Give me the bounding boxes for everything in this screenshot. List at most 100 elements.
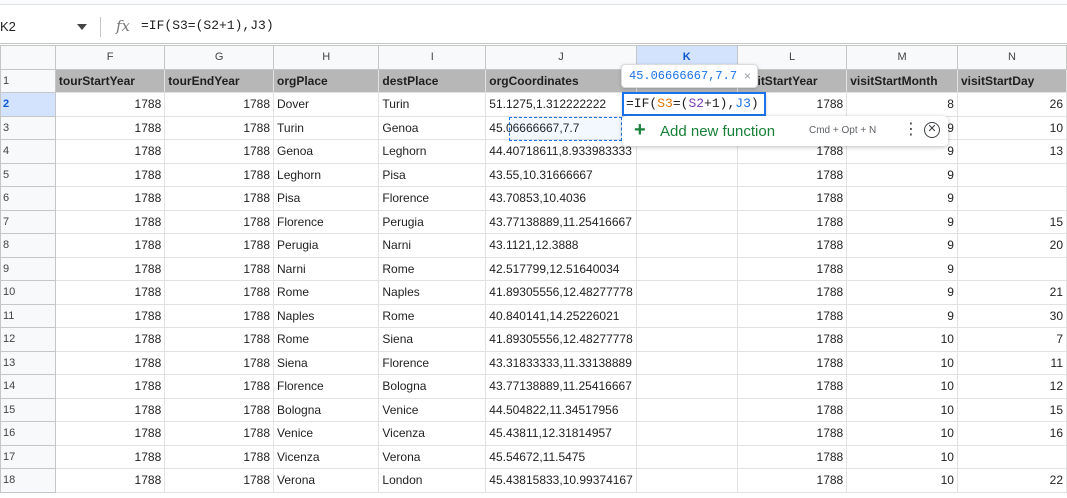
- row-header[interactable]: 16: [0, 421, 56, 446]
- row-header[interactable]: 6: [0, 186, 56, 211]
- cell[interactable]: 40.840141,14.25226021: [485, 303, 637, 328]
- cell[interactable]: 20: [956, 233, 1067, 258]
- cell[interactable]: 9: [846, 162, 958, 187]
- cell[interactable]: 1788: [164, 115, 275, 140]
- column-header-h[interactable]: H: [273, 45, 380, 70]
- cell[interactable]: 44.504822,11.34517956: [485, 397, 637, 422]
- cell[interactable]: London: [378, 468, 487, 493]
- cell[interactable]: [635, 256, 738, 281]
- cell[interactable]: Rome: [273, 280, 380, 305]
- cell[interactable]: Naples: [378, 280, 487, 305]
- cell[interactable]: [635, 327, 738, 352]
- row-header[interactable]: 8: [0, 233, 56, 258]
- cell[interactable]: 11: [956, 350, 1067, 375]
- cell[interactable]: Venice: [273, 421, 380, 446]
- cell[interactable]: 1788: [54, 139, 166, 164]
- cell[interactable]: Siena: [378, 327, 487, 352]
- row-header[interactable]: 13: [0, 350, 56, 375]
- cell[interactable]: 1788: [54, 327, 166, 352]
- cell[interactable]: 1788: [164, 421, 275, 446]
- close-icon[interactable]: ×: [744, 65, 751, 87]
- cell[interactable]: 9: [846, 209, 958, 234]
- cell[interactable]: Florence: [378, 350, 487, 375]
- cell[interactable]: 1788: [164, 303, 275, 328]
- column-title-cell[interactable]: visitStartDay: [956, 68, 1067, 93]
- cell[interactable]: Dover: [273, 92, 380, 117]
- cell[interactable]: [635, 303, 738, 328]
- cell[interactable]: 1788: [736, 209, 848, 234]
- cell[interactable]: 30: [956, 303, 1067, 328]
- cell[interactable]: 45.54672,11.5475: [485, 444, 637, 469]
- cell[interactable]: 1788: [54, 374, 166, 399]
- cell[interactable]: 1788: [736, 233, 848, 258]
- cell[interactable]: 43.77138889,11.25416667: [485, 209, 637, 234]
- cell[interactable]: 10: [956, 115, 1067, 140]
- cell[interactable]: Venice: [378, 397, 487, 422]
- cell[interactable]: [635, 374, 738, 399]
- cell[interactable]: 1788: [164, 327, 275, 352]
- row-header[interactable]: 5: [0, 162, 56, 187]
- row-header[interactable]: 2: [0, 92, 56, 117]
- cell[interactable]: 10: [846, 468, 958, 493]
- column-header-f[interactable]: F: [54, 45, 166, 70]
- cell[interactable]: Perugia: [273, 233, 380, 258]
- cell[interactable]: 1788: [54, 186, 166, 211]
- cell[interactable]: Narni: [273, 256, 380, 281]
- cell[interactable]: 1788: [54, 92, 166, 117]
- cell[interactable]: 21: [956, 280, 1067, 305]
- cell[interactable]: 1788: [54, 162, 166, 187]
- cell[interactable]: 1788: [164, 256, 275, 281]
- cell[interactable]: Siena: [273, 350, 380, 375]
- cell[interactable]: 1788: [736, 280, 848, 305]
- cell[interactable]: 43.55,10.31666667: [485, 162, 637, 187]
- cell[interactable]: 43.70853,10.4036: [485, 186, 637, 211]
- cell[interactable]: 10: [846, 350, 958, 375]
- cell[interactable]: 1788: [54, 209, 166, 234]
- cell[interactable]: 1788: [54, 233, 166, 258]
- cell[interactable]: Leghorn: [378, 139, 487, 164]
- close-circle-icon[interactable]: ✕: [924, 122, 940, 138]
- cell[interactable]: Verona: [273, 468, 380, 493]
- cell[interactable]: Turin: [378, 92, 487, 117]
- cell[interactable]: 12: [956, 374, 1067, 399]
- row-header[interactable]: 3: [0, 115, 56, 140]
- cell[interactable]: [956, 256, 1067, 281]
- cell[interactable]: 1788: [736, 397, 848, 422]
- cell[interactable]: Genoa: [273, 139, 380, 164]
- column-title-cell[interactable]: destPlace: [378, 68, 487, 93]
- select-all-corner[interactable]: [0, 45, 56, 70]
- cell[interactable]: 10: [846, 327, 958, 352]
- cell[interactable]: [635, 444, 738, 469]
- cell[interactable]: 42.517799,12.51640034: [485, 256, 637, 281]
- cell[interactable]: 15: [956, 209, 1067, 234]
- cell[interactable]: Turin: [273, 115, 380, 140]
- cell[interactable]: Perugia: [378, 209, 487, 234]
- cell[interactable]: [635, 421, 738, 446]
- cell[interactable]: 9: [846, 280, 958, 305]
- cell[interactable]: 1788: [164, 280, 275, 305]
- cell[interactable]: 1788: [54, 256, 166, 281]
- cell[interactable]: 1788: [736, 374, 848, 399]
- cell[interactable]: 10: [846, 397, 958, 422]
- cell[interactable]: 1788: [54, 397, 166, 422]
- cell[interactable]: 1788: [54, 115, 166, 140]
- cell[interactable]: [635, 233, 738, 258]
- column-title-cell[interactable]: orgPlace: [273, 68, 380, 93]
- cell[interactable]: [635, 350, 738, 375]
- cell[interactable]: Leghorn: [273, 162, 380, 187]
- cell[interactable]: 43.31833333,11.33138889: [485, 350, 637, 375]
- cell[interactable]: Rome: [378, 303, 487, 328]
- cell[interactable]: 1788: [736, 303, 848, 328]
- cell[interactable]: 1788: [736, 350, 848, 375]
- cell[interactable]: Florence: [273, 374, 380, 399]
- row-header[interactable]: 10: [0, 280, 56, 305]
- cell[interactable]: 1788: [736, 444, 848, 469]
- cell[interactable]: 10: [846, 421, 958, 446]
- cell[interactable]: 1788: [164, 374, 275, 399]
- cell[interactable]: 26: [956, 92, 1067, 117]
- column-title-cell[interactable]: tourEndYear: [164, 68, 275, 93]
- cell[interactable]: Florence: [273, 209, 380, 234]
- cell[interactable]: 1788: [736, 162, 848, 187]
- row-header[interactable]: 18: [0, 468, 56, 493]
- cell[interactable]: [635, 162, 738, 187]
